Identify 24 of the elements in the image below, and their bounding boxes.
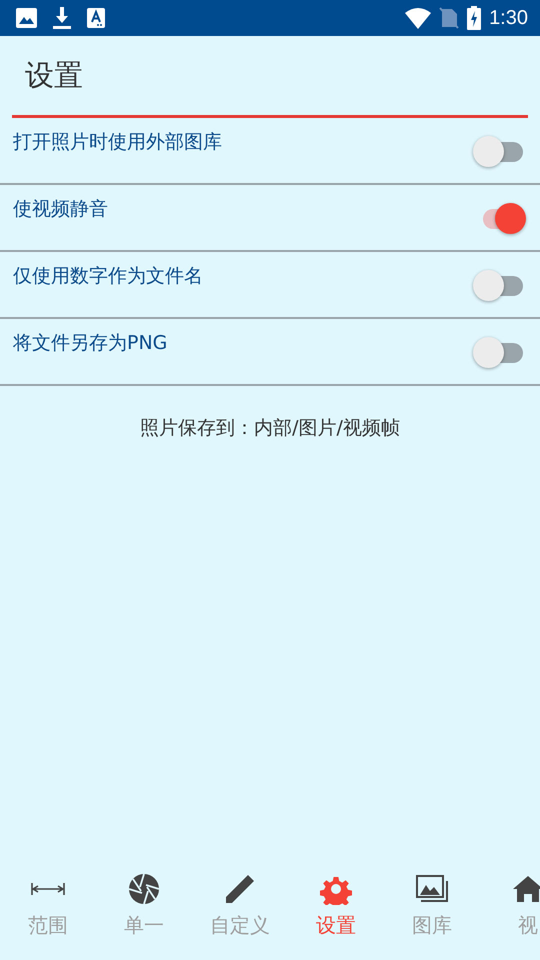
- aperture-icon: [128, 873, 160, 905]
- page-title: 设置: [25, 56, 83, 94]
- setting-label: 将文件另存为PNG: [13, 331, 168, 356]
- range-icon: [31, 882, 65, 896]
- gallery-icon: [416, 875, 448, 903]
- battery-icon: [467, 6, 482, 30]
- wifi-icon: [405, 8, 432, 28]
- pencil-icon: [225, 874, 255, 904]
- nav-tab[interactable]: 自定义: [192, 860, 288, 960]
- nav-tab[interactable]: 视: [480, 860, 540, 960]
- setting-label: 使视频静音: [13, 197, 108, 222]
- nav-tab[interactable]: 图库: [384, 860, 480, 960]
- clock: 1:30: [489, 6, 528, 31]
- save-path-text: 照片保存到：内部/图片/视频帧: [140, 416, 400, 441]
- download-icon: [53, 7, 71, 29]
- nav-tab[interactable]: 设置: [288, 860, 384, 960]
- nav-tab[interactable]: 范围: [0, 860, 96, 960]
- setting-label: 打开照片时使用外部图库: [13, 130, 222, 155]
- setting-label: 仅使用数字作为文件名: [13, 264, 203, 289]
- image-icon: [16, 8, 37, 28]
- nav-tab[interactable]: 单一: [96, 860, 192, 960]
- home-icon: [512, 875, 540, 903]
- text-icon: [87, 8, 105, 28]
- no-sim-icon: [439, 7, 460, 29]
